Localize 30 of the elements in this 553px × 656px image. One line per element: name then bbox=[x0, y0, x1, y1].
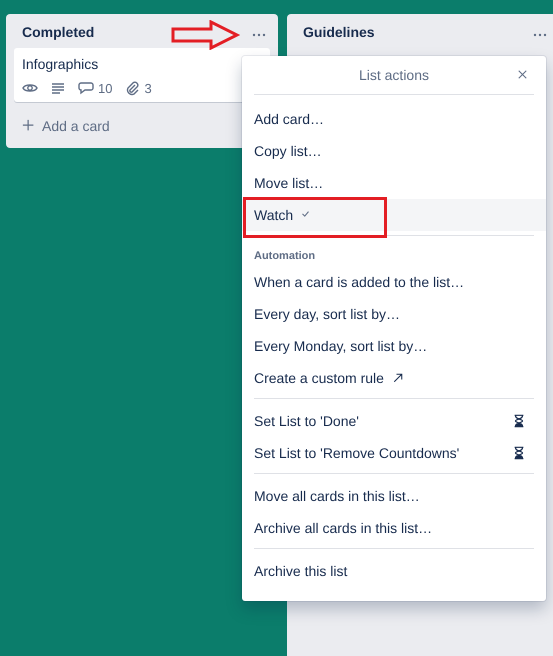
menu-item[interactable]: Add card… bbox=[242, 103, 546, 135]
speech-bubble-icon bbox=[78, 80, 94, 96]
menu-title: List actions bbox=[358, 67, 430, 83]
menu-item[interactable]: Create a custom rule bbox=[242, 362, 546, 394]
menu-item[interactable]: Archive this list bbox=[242, 555, 546, 587]
menu-item[interactable]: Set List to 'Remove Countdowns' bbox=[242, 437, 546, 469]
menu-item[interactable]: Copy list… bbox=[242, 135, 546, 167]
badge-count: 3 bbox=[144, 80, 152, 96]
paperclip-icon bbox=[124, 80, 140, 96]
menu-item[interactable]: Watch bbox=[242, 199, 546, 231]
menu-item[interactable]: Every day, sort list by… bbox=[242, 298, 546, 330]
menu-item[interactable]: Every Monday, sort list by… bbox=[242, 330, 546, 362]
arrow-drawing bbox=[172, 20, 240, 50]
section-heading: Automation bbox=[253, 249, 316, 264]
plus-icon bbox=[22, 119, 36, 133]
list-title: Completed bbox=[22, 24, 94, 40]
card-title: Infographics bbox=[22, 56, 100, 72]
menu-item[interactable]: Set List to 'Done' bbox=[242, 405, 546, 437]
hourglass-icon bbox=[512, 413, 526, 429]
menu-item[interactable]: Archive all cards in this list… bbox=[242, 512, 546, 544]
arrow-icon bbox=[392, 372, 404, 384]
more-icon bbox=[533, 33, 547, 37]
badge-count: 10 bbox=[98, 80, 112, 96]
menu-item[interactable]: Move all cards in this list… bbox=[242, 480, 546, 512]
hourglass-icon bbox=[512, 445, 526, 461]
card[interactable]: Infographics 10 3 bbox=[14, 48, 270, 102]
list-title: Guidelines bbox=[303, 24, 375, 40]
menu-item[interactable]: When a card is added to the list… bbox=[242, 266, 546, 298]
more-icon bbox=[252, 33, 266, 37]
menu-item[interactable]: Move list… bbox=[242, 167, 546, 199]
